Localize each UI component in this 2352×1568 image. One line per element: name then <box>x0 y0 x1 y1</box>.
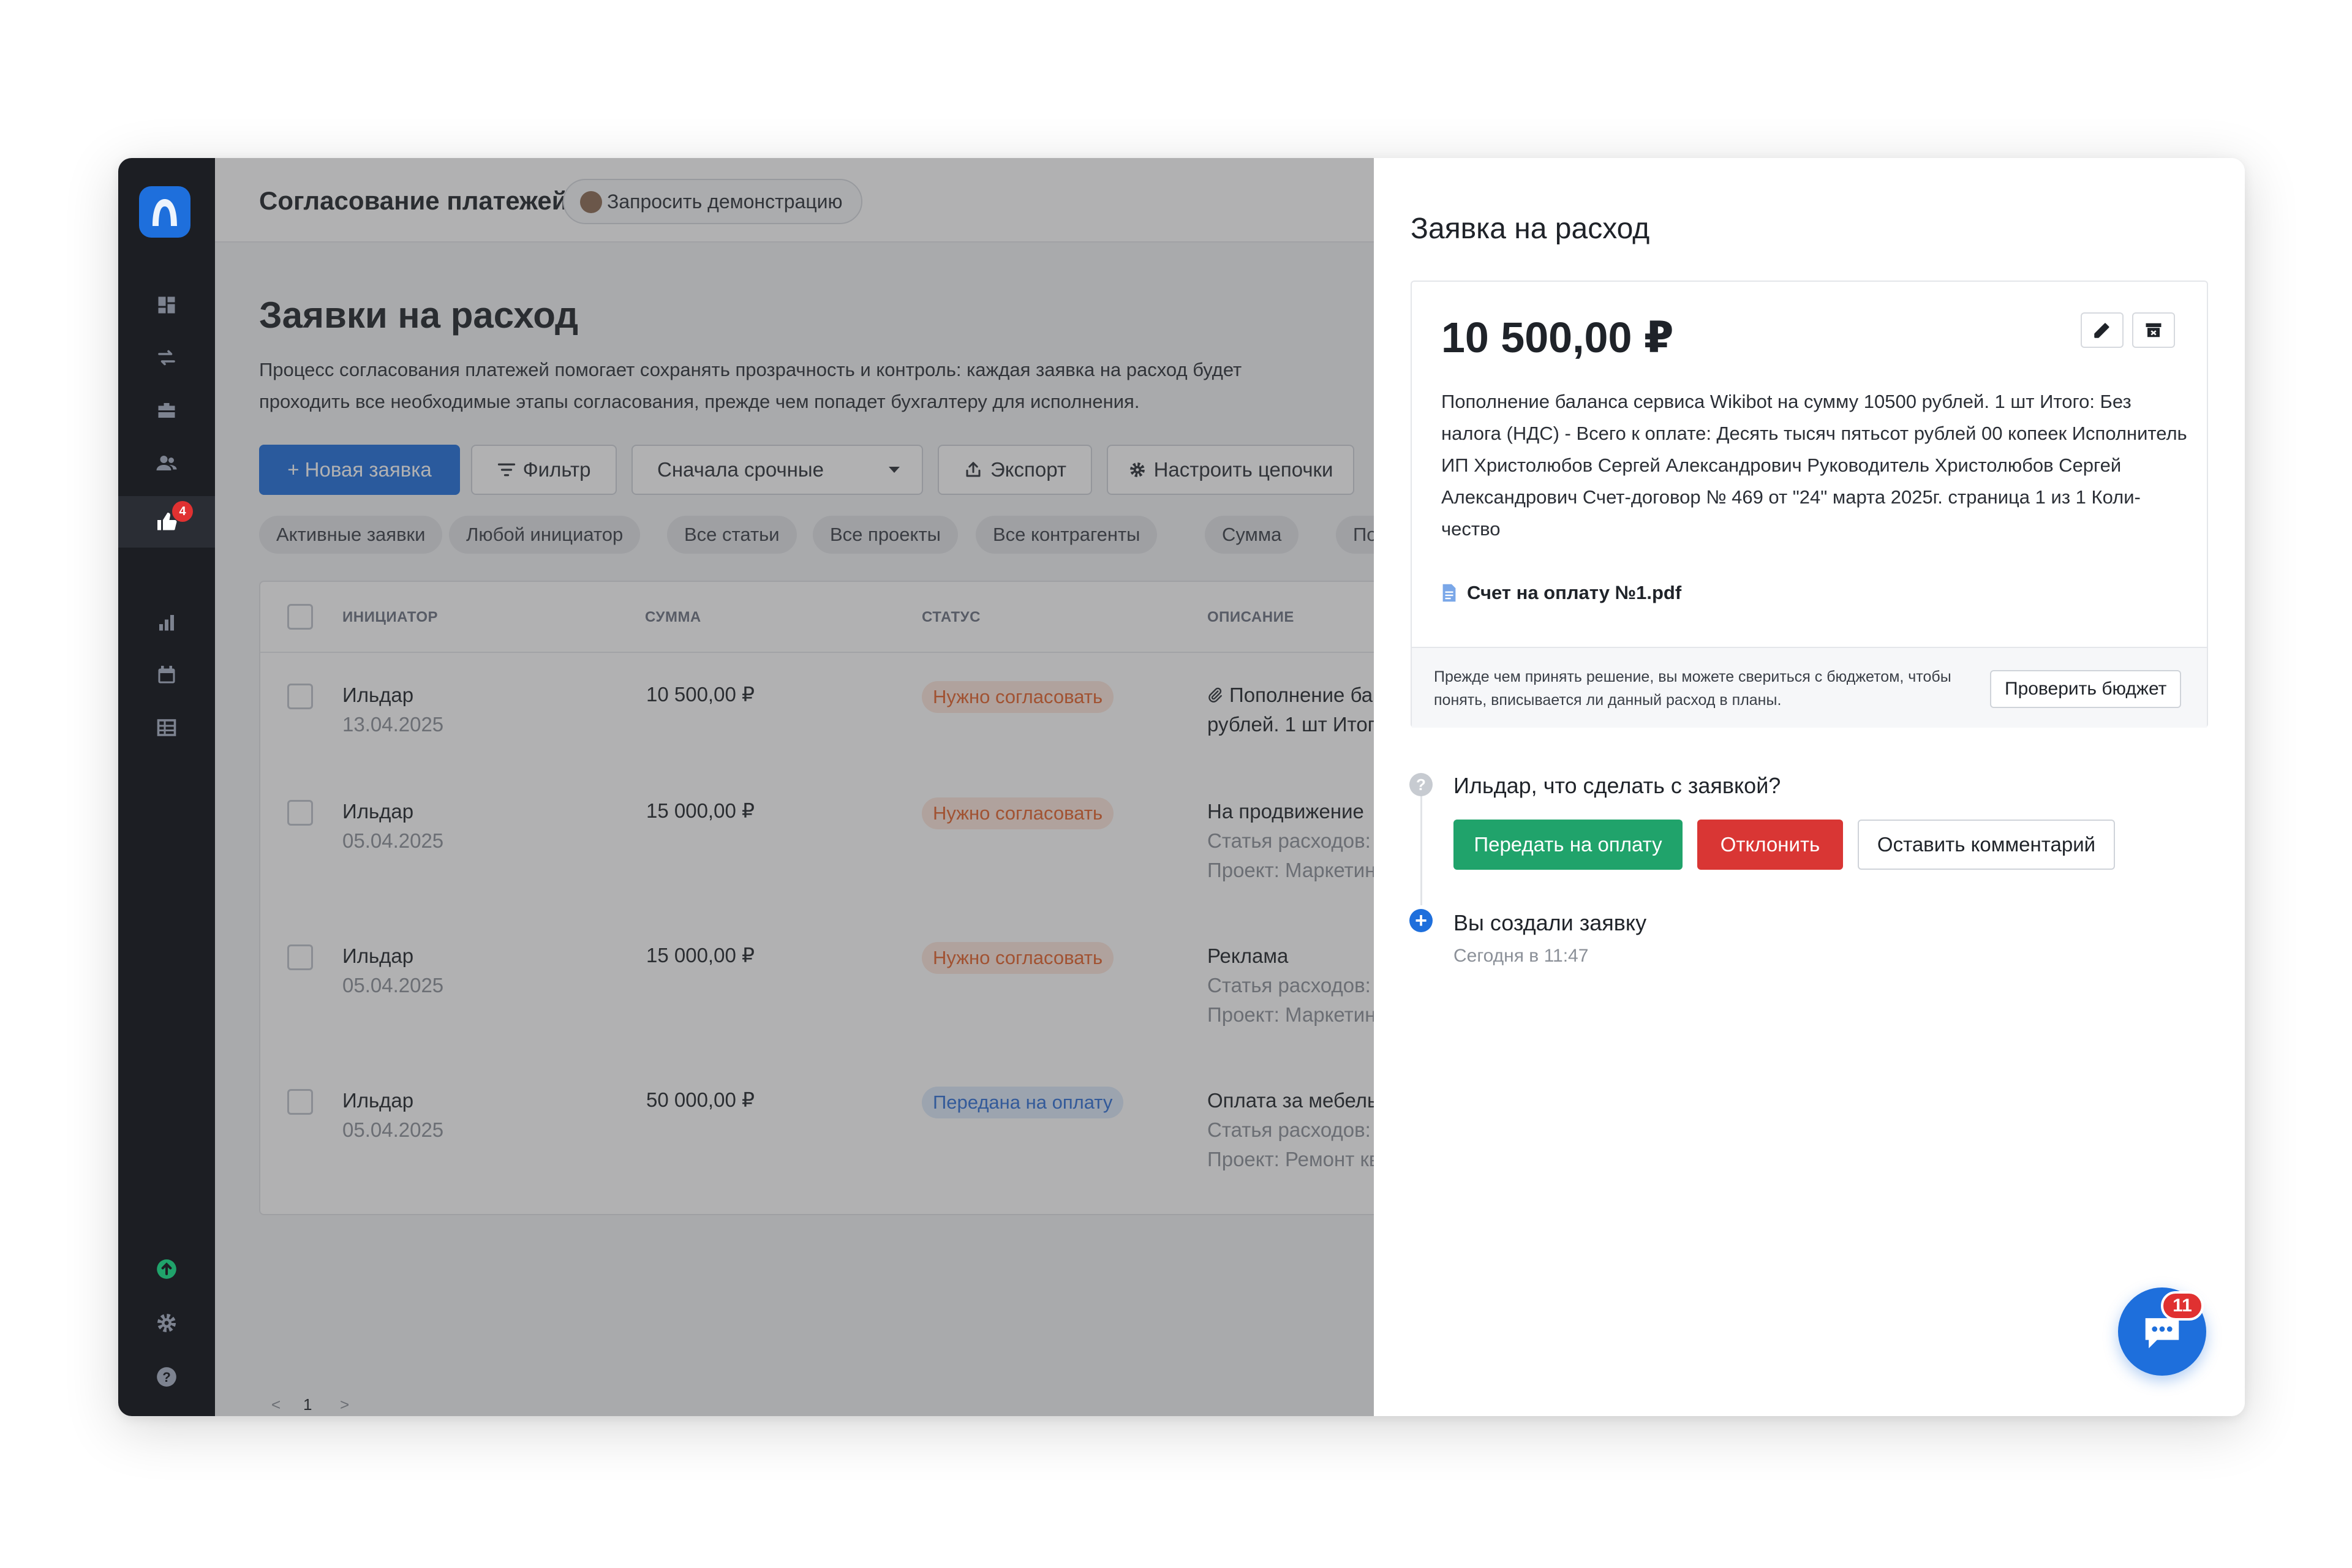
action-question: Ильдар, что сделать с заявкой? <box>1453 773 1781 798</box>
pencil-icon <box>2094 323 2109 338</box>
upload-icon[interactable] <box>148 1251 185 1287</box>
comment-button[interactable]: Оставить комментарий <box>1858 820 2115 870</box>
panel-title: Заявка на расход <box>1411 213 1650 245</box>
request-amount: 10 500,00 ₽ <box>1441 314 1674 361</box>
bar-chart-icon[interactable] <box>148 604 185 641</box>
gear-icon[interactable] <box>148 1305 185 1341</box>
transfer-icon[interactable] <box>148 339 185 376</box>
table-icon[interactable] <box>148 709 185 746</box>
document-icon <box>1442 584 1456 602</box>
archive-button[interactable] <box>2132 312 2175 348</box>
reject-button[interactable]: Отклонить <box>1697 820 1843 870</box>
budget-section: Прежде чем принять решение, вы можете св… <box>1412 647 2207 728</box>
app-logo[interactable] <box>139 186 190 238</box>
attachment-name: Счет на оплату №1.pdf <box>1467 582 1682 603</box>
notification-badge: 4 <box>172 501 193 522</box>
check-budget-button[interactable]: Проверить бюджет <box>1990 670 2182 708</box>
app-window: 4 ? Согласование платежей Запросить демо… <box>118 158 2245 1416</box>
plus-icon: + <box>1409 909 1433 932</box>
request-detail-panel: Заявка на расход 10 500,00 ₽ Пополнение … <box>1374 158 2245 1416</box>
sidebar: 4 ? <box>118 158 215 1416</box>
svg-text:?: ? <box>162 1370 171 1385</box>
created-event: Вы создали заявку <box>1453 910 1647 935</box>
help-icon[interactable]: ? <box>148 1359 185 1395</box>
timeline-line <box>1420 783 1422 905</box>
chat-badge: 11 <box>2161 1291 2204 1321</box>
request-description: Пополнение баланса сервиса Wikibot на су… <box>1441 391 2187 540</box>
approve-button[interactable]: Передать на оплату <box>1453 820 1683 870</box>
briefcase-icon[interactable] <box>148 392 185 429</box>
archive-icon <box>2146 323 2162 337</box>
main-content: Согласование платежей Запросить демонстр… <box>215 158 1486 1416</box>
question-icon: ? <box>1409 773 1433 796</box>
created-time: Сегодня в 11:47 <box>1453 946 1589 966</box>
calendar-icon[interactable] <box>148 657 185 693</box>
request-card: 10 500,00 ₽ Пополнение баланса сервиса W… <box>1411 281 2208 728</box>
attachment-link[interactable]: Счет на оплату №1.pdf <box>1441 582 1681 604</box>
dashboard-icon[interactable] <box>148 287 185 323</box>
edit-button[interactable] <box>2081 312 2124 348</box>
users-icon[interactable] <box>148 445 185 481</box>
modal-overlay[interactable] <box>215 158 1374 1416</box>
budget-hint: Прежде чем принять решение, вы можете св… <box>1434 668 1951 709</box>
